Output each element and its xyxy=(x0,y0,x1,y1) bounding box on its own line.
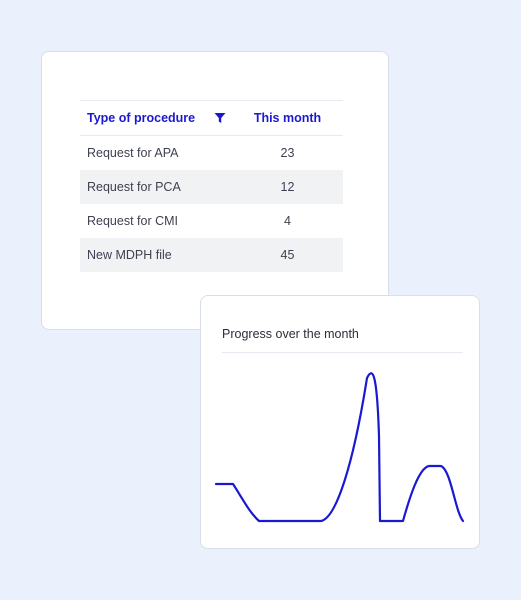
progress-line xyxy=(214,372,465,523)
table-row: Request for CMI 4 xyxy=(80,204,343,238)
table-header-row: Type of procedure This month xyxy=(80,101,343,136)
month-value-cell: 45 xyxy=(280,248,295,262)
progress-chart-card: Progress over the month xyxy=(200,295,480,549)
table-row: New MDPH file 45 xyxy=(80,238,343,272)
header-procedure: Type of procedure xyxy=(80,111,248,125)
month-value-cell: 12 xyxy=(280,180,295,194)
header-this-month: This month xyxy=(253,111,322,125)
procedure-cell: New MDPH file xyxy=(87,248,172,262)
month-value-cell: 4 xyxy=(284,214,291,228)
procedure-cell: Request for CMI xyxy=(87,214,179,228)
procedure-cell: Request for PCA xyxy=(87,180,181,194)
procedures-table-card: Type of procedure This month Request for… xyxy=(41,51,389,330)
progress-chart xyxy=(214,372,465,523)
header-procedure-label: Type of procedure xyxy=(87,111,196,125)
procedures-table: Type of procedure This month Request for… xyxy=(80,100,343,272)
month-value-cell: 23 xyxy=(280,146,295,160)
procedure-cell: Request for APA xyxy=(87,146,179,160)
filter-icon[interactable] xyxy=(214,112,226,124)
table-row: Request for APA 23 xyxy=(80,136,343,170)
table-row: Request for PCA 12 xyxy=(80,170,343,204)
